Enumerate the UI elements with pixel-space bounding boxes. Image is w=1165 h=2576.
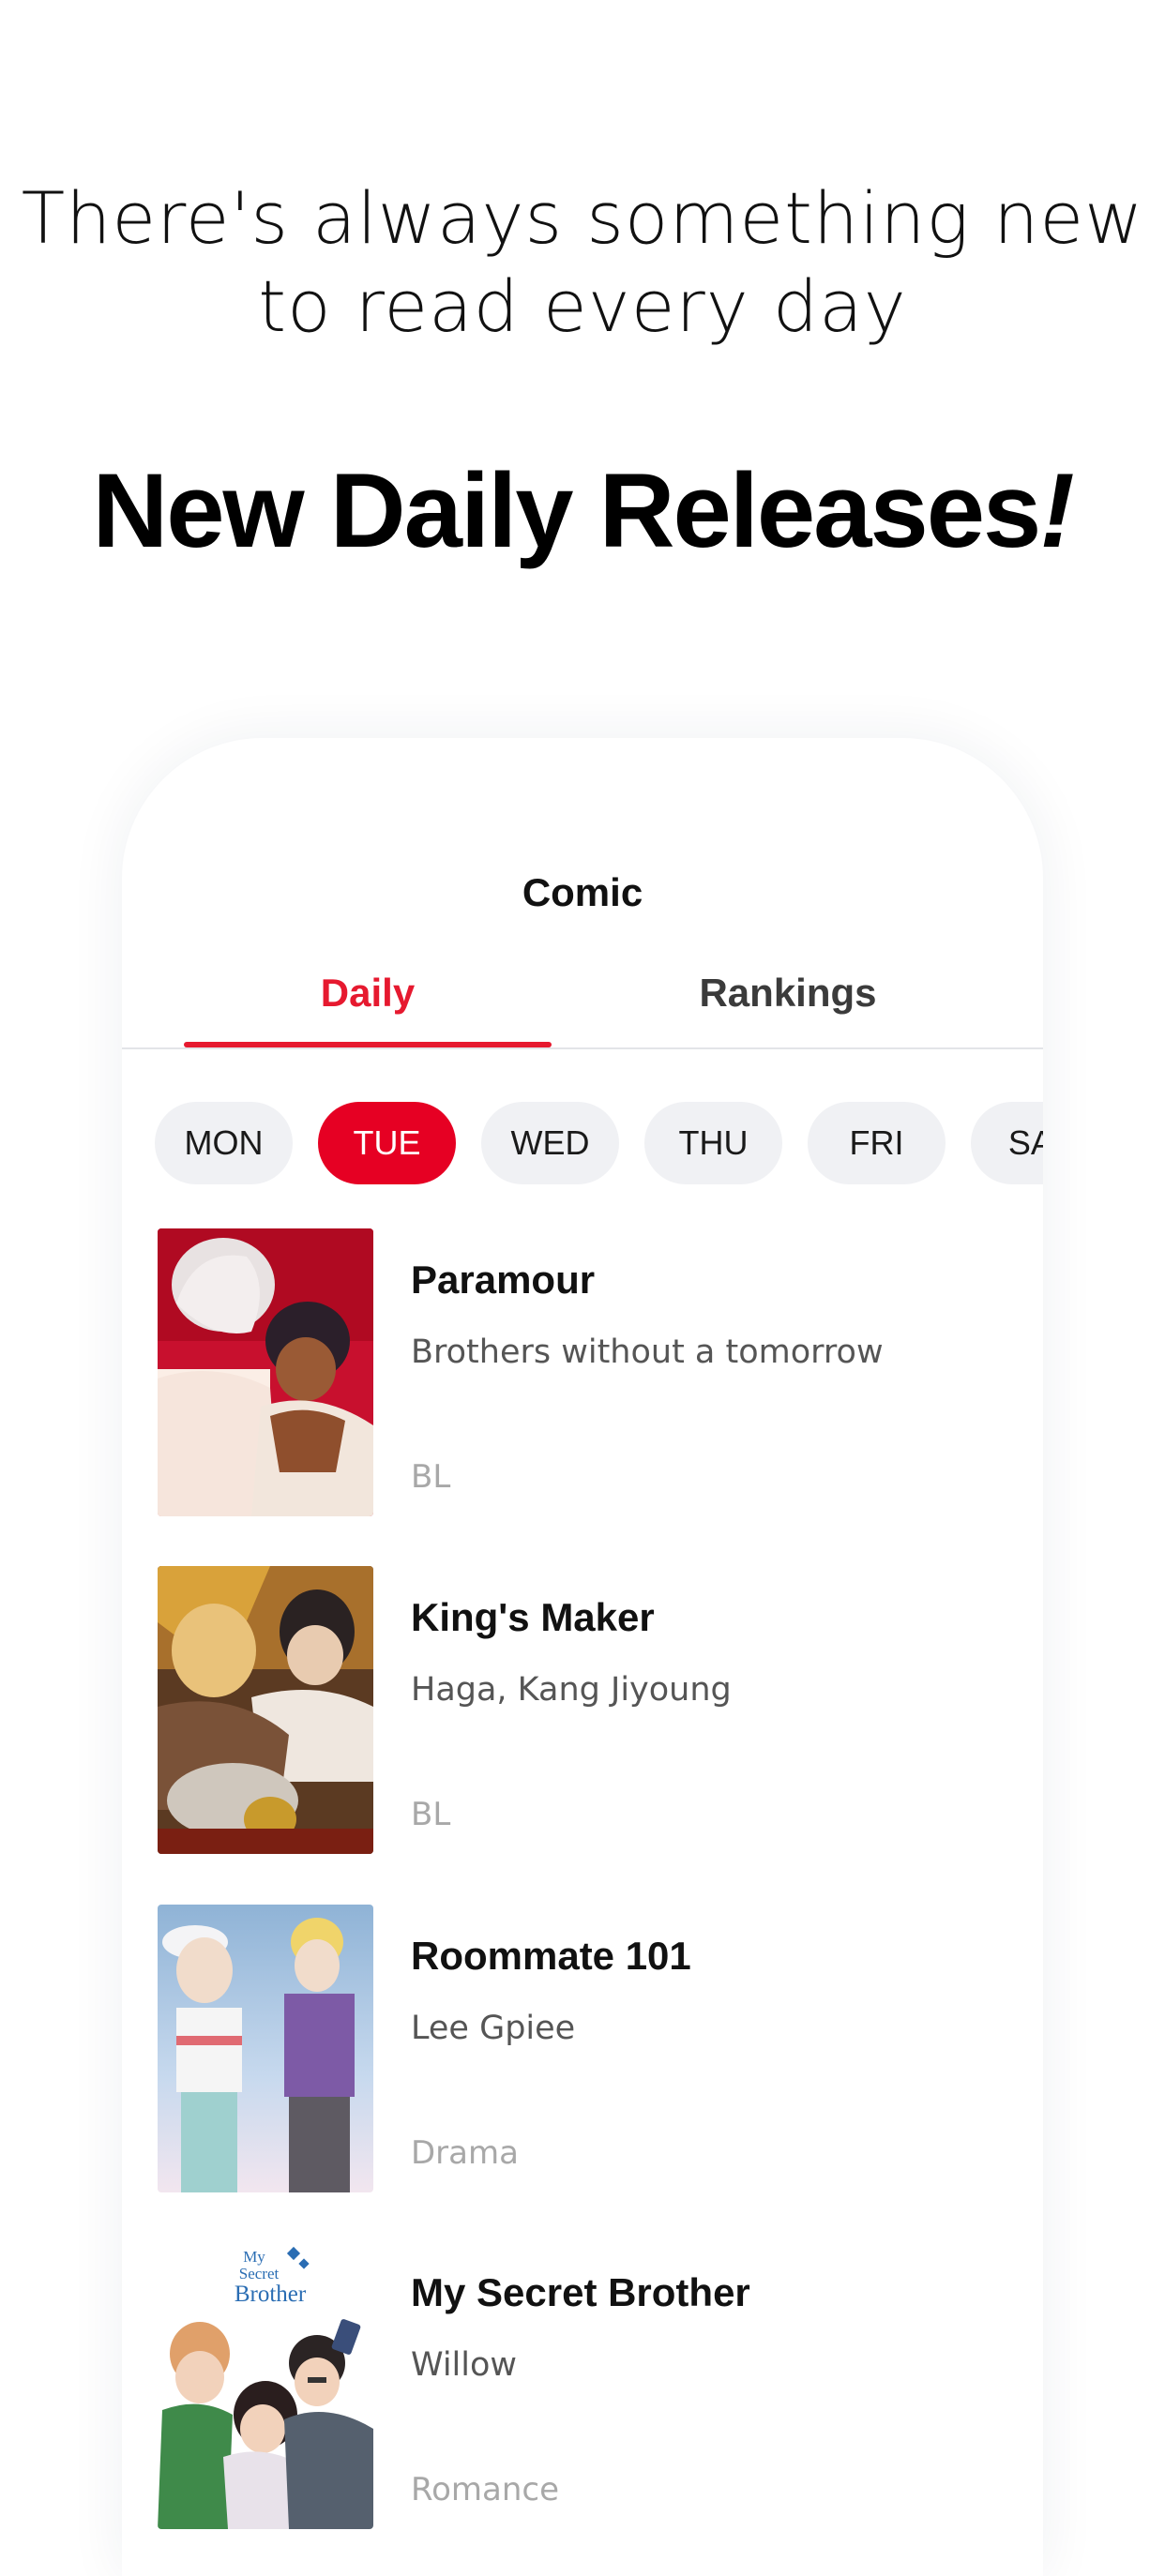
comic-author: Haga, Kang Jiyoung bbox=[411, 1671, 732, 1709]
day-pill-sat[interactable]: SAT bbox=[971, 1102, 1043, 1184]
tab-rankings[interactable]: Rankings bbox=[647, 963, 929, 1046]
my-secret-brother-cover-icon: My Secret Brother bbox=[158, 2241, 373, 2529]
comic-author: Lee Gpiee bbox=[411, 2010, 576, 2047]
tab-daily[interactable]: Daily bbox=[184, 963, 552, 1047]
kings-maker-cover-icon bbox=[158, 1566, 373, 1854]
comic-list-item[interactable]: Paramour Brothers without a tomorrow BL bbox=[158, 1228, 1002, 1516]
day-pill-wed[interactable]: WED bbox=[481, 1102, 619, 1184]
paramour-cover-icon bbox=[158, 1228, 373, 1516]
comic-genre: BL bbox=[411, 1458, 451, 1496]
day-pill-thu[interactable]: THU bbox=[644, 1102, 782, 1184]
screen-title: Comic bbox=[522, 870, 643, 914]
day-pill-tue[interactable]: TUE bbox=[318, 1102, 456, 1184]
roommate-101-cover-icon bbox=[158, 1905, 373, 2192]
promo-title: New Daily Releases! bbox=[0, 450, 1165, 572]
cover-logo-brother: Brother bbox=[235, 2282, 307, 2307]
comic-genre: Romance bbox=[411, 2471, 560, 2508]
phone-mockup: Comic Daily Rankings MON TUE WED THU FRI SAT bbox=[122, 738, 1043, 2576]
comic-list-item[interactable]: My Secret Brother My Secret Brother Will… bbox=[158, 2241, 1002, 2529]
promo-title-bang: ! bbox=[1039, 452, 1074, 569]
comic-genre: BL bbox=[411, 1796, 451, 1833]
day-pill-fri[interactable]: FRI bbox=[808, 1102, 946, 1184]
tab-bar: Daily Rankings bbox=[122, 963, 1043, 1049]
comic-title: Roommate 101 bbox=[411, 1934, 691, 1978]
cover-logo-secret: Secret bbox=[239, 2265, 280, 2282]
comic-title: Paramour bbox=[411, 1258, 596, 1302]
comic-title: King's Maker bbox=[411, 1595, 655, 1639]
day-selector: MON TUE WED THU FRI SAT bbox=[155, 1102, 1043, 1184]
promo-subtitle: There's always something new to read eve… bbox=[21, 176, 1144, 348]
comic-author: Willow bbox=[411, 2346, 518, 2384]
comic-list-item[interactable]: Roommate 101 Lee Gpiee Drama bbox=[158, 1905, 1002, 2192]
comic-list-item[interactable]: King's Maker Haga, Kang Jiyoung BL bbox=[158, 1566, 1002, 1854]
day-pill-mon[interactable]: MON bbox=[155, 1102, 293, 1184]
comic-genre: Drama bbox=[411, 2134, 519, 2172]
cover-logo-my: My bbox=[243, 2248, 265, 2266]
comic-title: My Secret Brother bbox=[411, 2270, 750, 2314]
promo-title-main: New Daily Releases bbox=[92, 452, 1041, 569]
comic-author: Brothers without a tomorrow bbox=[411, 1333, 884, 1371]
